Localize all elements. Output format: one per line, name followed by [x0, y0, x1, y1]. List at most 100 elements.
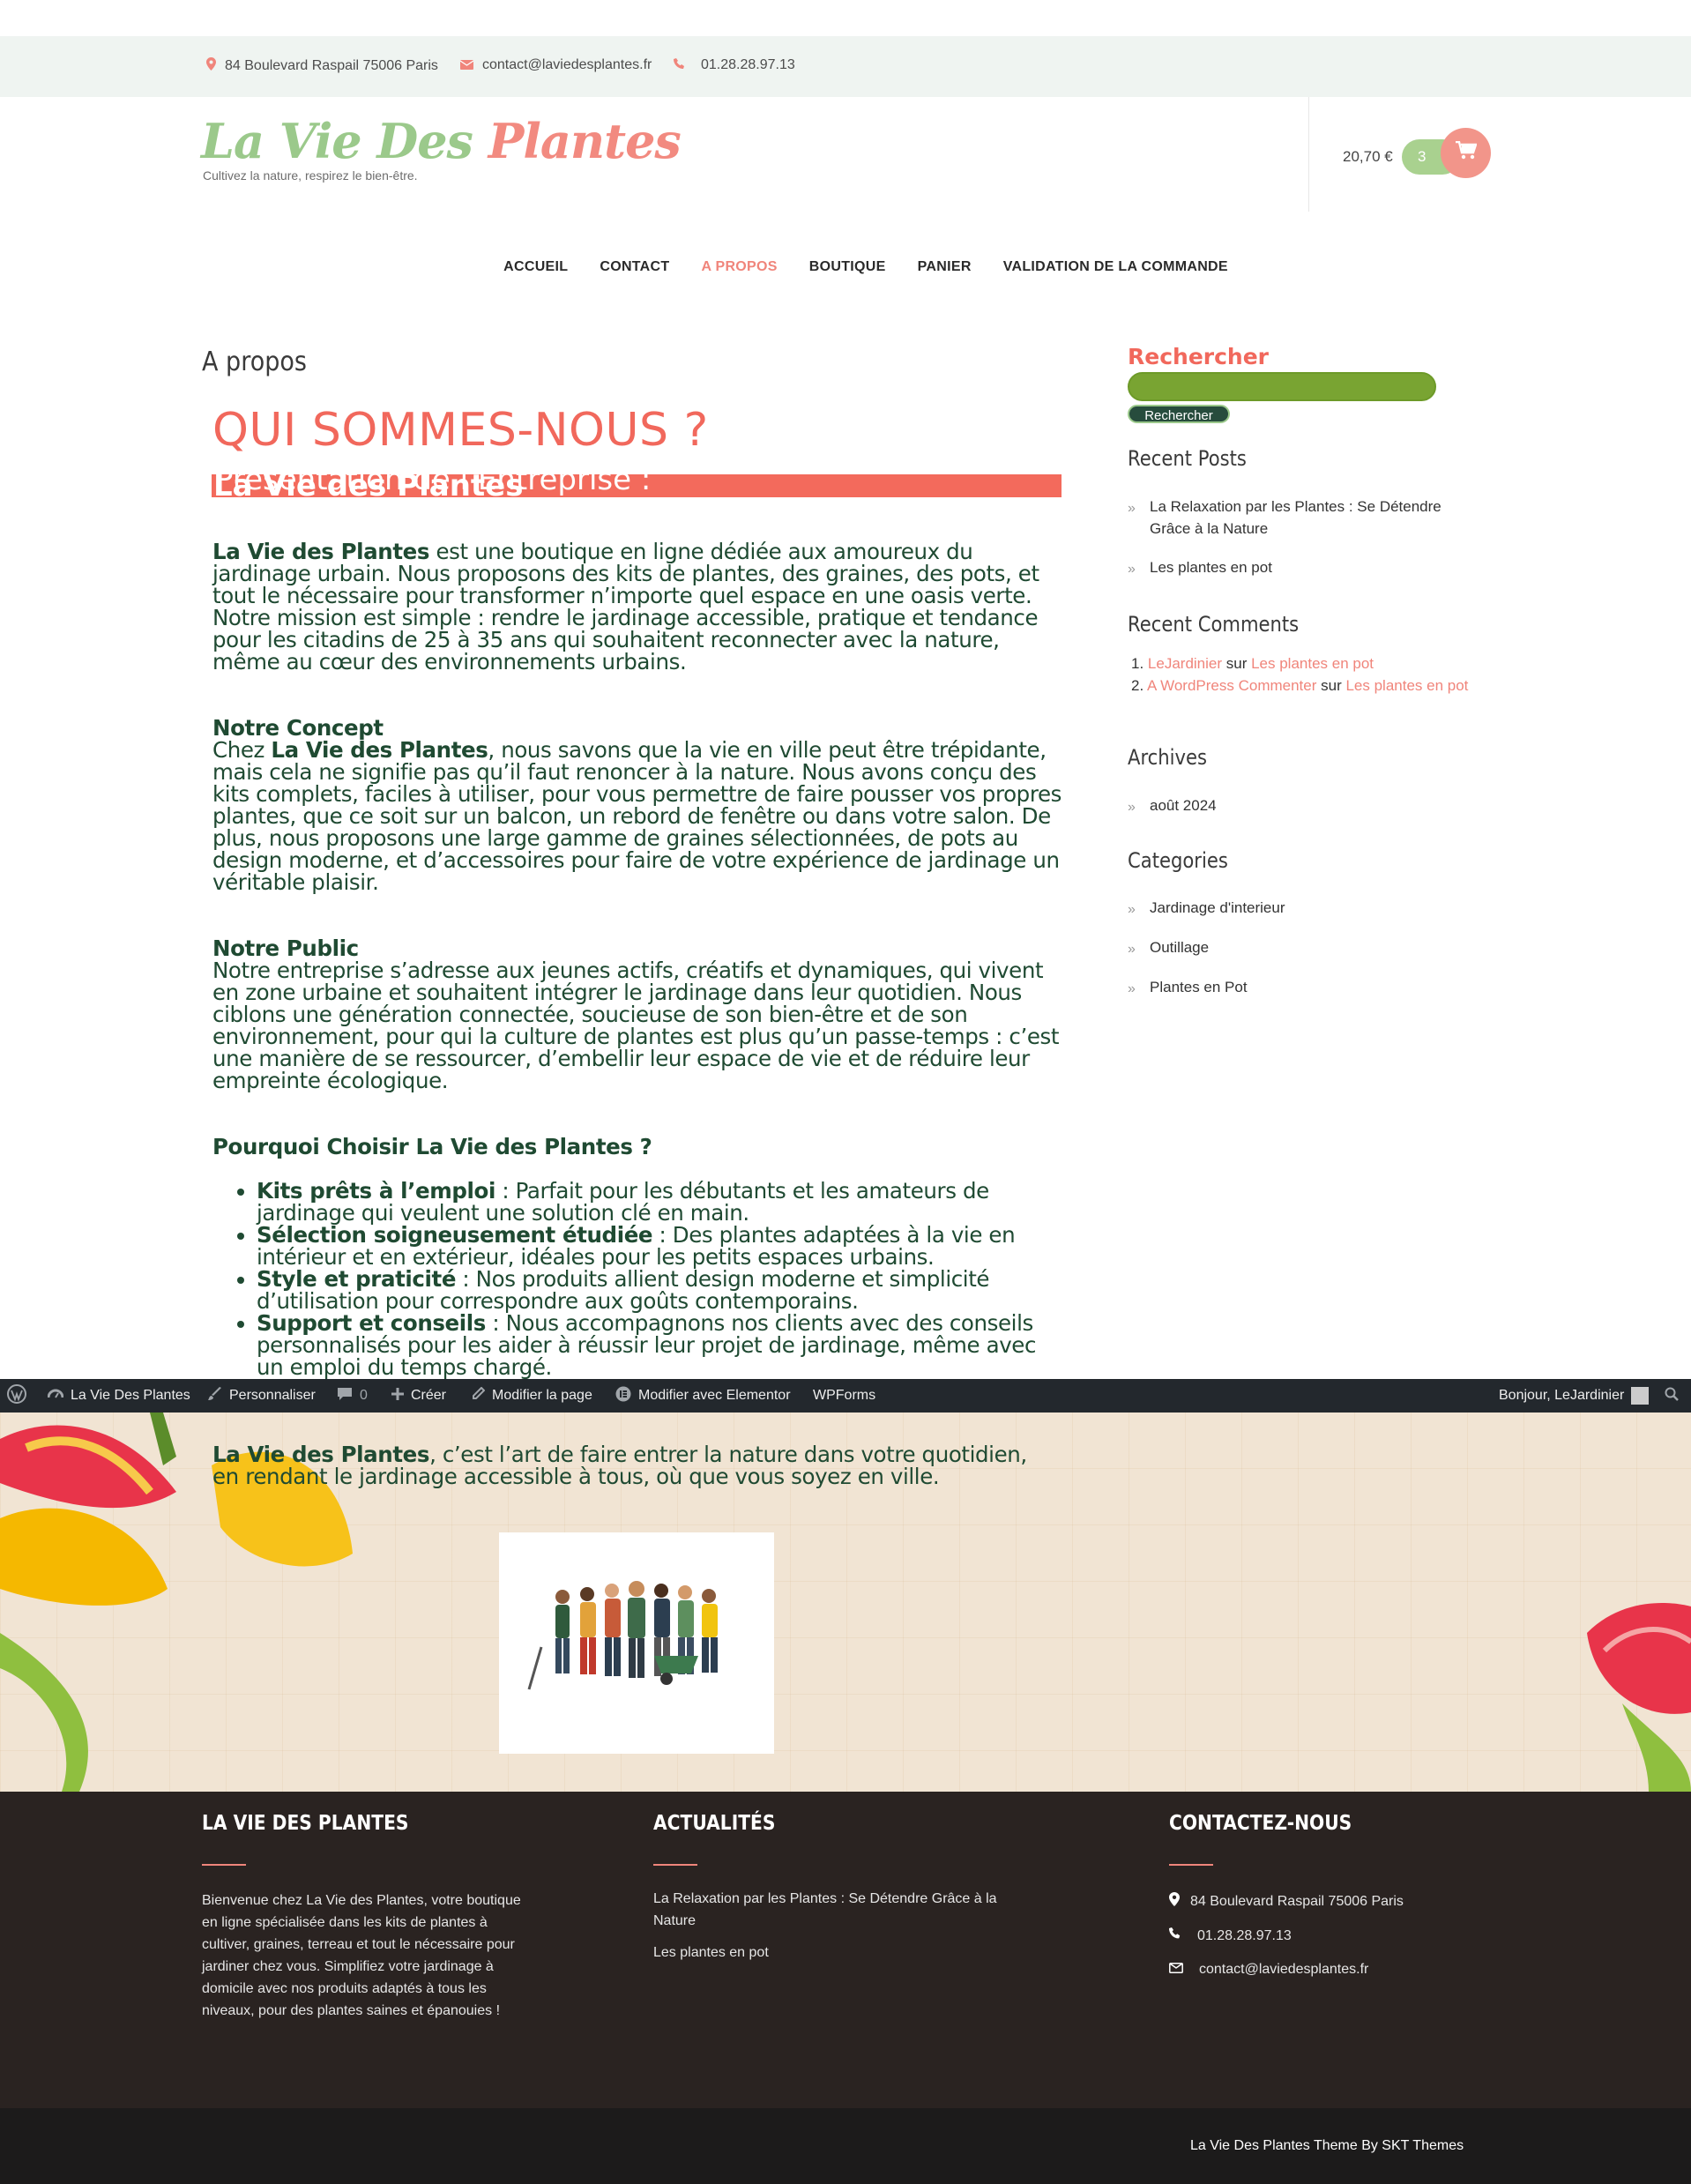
- archives-title: Archives: [1128, 745, 1208, 770]
- nav-item-panier[interactable]: PANIER: [918, 259, 972, 275]
- wordpress-logo-button[interactable]: [7, 1379, 26, 1413]
- category-link[interactable]: Plantes en Pot: [1128, 976, 1285, 1000]
- search-widget-title: Rechercher: [1128, 344, 1270, 369]
- plus-icon: [391, 1387, 404, 1405]
- public-section: Notre Public Notre entreprise s’adresse …: [212, 937, 1063, 1092]
- search-icon: [1665, 1387, 1679, 1405]
- footer-col2-divider: [653, 1864, 697, 1866]
- nav-item-contact[interactable]: CONTACT: [600, 259, 669, 275]
- archive-link[interactable]: août 2024: [1128, 794, 1217, 818]
- footer-email-text[interactable]: contact@laviedesplantes.fr: [1199, 1962, 1368, 1978]
- footer-col3-title: CONTACTEZ-NOUS: [1169, 1812, 1352, 1835]
- logo-text-green: La Vie Des: [201, 113, 488, 169]
- topbar-address-text: 84 Boulevard Raspail 75006 Paris: [225, 57, 438, 73]
- admin-elementor-label: Modifier avec Elementor: [638, 1388, 791, 1403]
- closing-banner: La Vie des Plantes, c’est l’art de faire…: [0, 1413, 1691, 1792]
- footer-col1-divider: [202, 1864, 246, 1866]
- wp-admin-bar: La Vie Des Plantes Personnaliser 0 Créer…: [0, 1379, 1691, 1413]
- comment-separator: sur: [1316, 677, 1346, 694]
- map-marker-icon: [1169, 1892, 1180, 1911]
- admin-new-label: Créer: [411, 1388, 447, 1403]
- comment-bubble-icon: [337, 1387, 353, 1405]
- categories-title: Categories: [1128, 848, 1228, 873]
- admin-comments-link[interactable]: 0: [337, 1379, 368, 1413]
- nav-item-accueil[interactable]: ACCUEIL: [503, 259, 568, 275]
- recent-posts-title: Recent Posts: [1128, 446, 1247, 471]
- public-title: Notre Public: [212, 935, 359, 961]
- search-button[interactable]: Rechercher: [1128, 405, 1230, 423]
- comment-post-link[interactable]: Les plantes en pot: [1251, 655, 1374, 672]
- topbar-email-text[interactable]: contact@laviedesplantes.fr: [482, 57, 652, 73]
- topbar-phone: 01.28.28.97.13: [674, 57, 795, 73]
- category-link[interactable]: Jardinage d'interieur: [1128, 897, 1285, 921]
- archives-list: août 2024: [1128, 794, 1217, 818]
- comment-author-link[interactable]: LeJardinier: [1148, 655, 1222, 672]
- paintbrush-icon: [208, 1386, 222, 1405]
- shopping-cart-icon: [1455, 140, 1478, 165]
- footer-col2-title: ACTUALITÉS: [653, 1812, 776, 1835]
- comment-author-link[interactable]: A WordPress Commenter: [1147, 677, 1316, 694]
- footer-email[interactable]: contact@laviedesplantes.fr: [1169, 1962, 1368, 1978]
- map-marker-icon: [206, 57, 216, 74]
- why-item: Kits prêts à l’emploi : Parfait pour les…: [257, 1180, 1063, 1224]
- intro-paragraph: La Vie des Plantes est une boutique en l…: [212, 540, 1063, 673]
- footer-phone-text: 01.28.28.97.13: [1197, 1927, 1292, 1943]
- closing-paragraph: La Vie des Plantes, c’est l’art de faire…: [212, 1443, 1059, 1487]
- admin-new-link[interactable]: Créer: [391, 1379, 446, 1413]
- why-item: Support et conseils : Nous accompagnons …: [257, 1312, 1063, 1378]
- admin-edit-page-label: Modifier la page: [492, 1388, 592, 1403]
- nav-item-validation-commande[interactable]: VALIDATION DE LA COMMANDE: [1003, 259, 1228, 275]
- categories-list: Jardinage d'interieur Outillage Plantes …: [1128, 897, 1285, 1000]
- envelope-icon: [459, 58, 474, 73]
- why-item: Sélection soigneusement étudiée : Des pl…: [257, 1224, 1063, 1268]
- concept-title: Notre Concept: [212, 715, 384, 741]
- recent-post-link[interactable]: Les plantes en pot: [1128, 556, 1480, 580]
- footer-phone: 01.28.28.97.13: [1169, 1927, 1292, 1944]
- why-title: Pourquoi Choisir La Vie des Plantes ?: [212, 1134, 652, 1159]
- topbar-address: 84 Boulevard Raspail 75006 Paris: [206, 57, 438, 74]
- footer-news-link[interactable]: Les plantes en pot: [653, 1942, 1041, 1964]
- comment-item: 1. LeJardinier sur Les plantes en pot: [1128, 652, 1468, 675]
- admin-wpforms-link[interactable]: WPForms: [813, 1379, 875, 1413]
- phone-icon: [674, 57, 685, 73]
- recent-posts-list: La Relaxation par les Plantes : Se Déten…: [1128, 496, 1480, 580]
- admin-customize-label: Personnaliser: [229, 1388, 316, 1403]
- envelope-icon: [1169, 1962, 1183, 1978]
- recent-post-link[interactable]: La Relaxation par les Plantes : Se Déten…: [1128, 496, 1480, 540]
- cart-button[interactable]: [1441, 128, 1491, 178]
- section-heading: QUI SOMMES-NOUS ?: [212, 404, 709, 457]
- comment-post-link[interactable]: Les plantes en pot: [1345, 677, 1468, 694]
- footer-address-text: 84 Boulevard Raspail 75006 Paris: [1190, 1893, 1404, 1909]
- footer-news-link[interactable]: La Relaxation par les Plantes : Se Déten…: [653, 1888, 1041, 1932]
- nav-item-a-propos[interactable]: A PROPOS: [701, 259, 777, 275]
- dashboard-icon: [47, 1387, 64, 1405]
- phone-icon: [1169, 1927, 1181, 1944]
- comment-separator: sur: [1222, 655, 1252, 672]
- main-navigation: ACCUEIL CONTACT A PROPOS BOUTIQUE PANIER…: [0, 259, 1691, 275]
- theme-credit[interactable]: La Vie Des Plantes Theme By SKT Themes: [1190, 2138, 1464, 2154]
- admin-elementor-link[interactable]: Modifier avec Elementor: [615, 1379, 791, 1413]
- why-list: Kits prêts à l’emploi : Parfait pour les…: [212, 1180, 1063, 1379]
- topbar-phone-text: 01.28.28.97.13: [701, 57, 795, 72]
- why-section: Pourquoi Choisir La Vie des Plantes ? Ki…: [212, 1136, 1063, 1379]
- admin-wpforms-label: WPForms: [813, 1388, 876, 1403]
- comment-number: 1.: [1131, 655, 1144, 672]
- cart-total[interactable]: 20,70 €: [1343, 148, 1393, 166]
- nav-item-boutique[interactable]: BOUTIQUE: [809, 259, 886, 275]
- topbar-email[interactable]: contact@laviedesplantes.fr: [459, 57, 652, 73]
- pencil-icon: [471, 1386, 486, 1405]
- admin-edit-page-link[interactable]: Modifier la page: [471, 1379, 592, 1413]
- admin-site-link[interactable]: La Vie Des Plantes: [47, 1379, 190, 1413]
- comment-number: 2.: [1131, 677, 1144, 694]
- site-logo[interactable]: La Vie Des Plantes: [201, 113, 682, 169]
- search-input[interactable]: [1128, 372, 1436, 401]
- footer-address: 84 Boulevard Raspail 75006 Paris: [1169, 1892, 1404, 1911]
- subheading-prefix: Présentation de l’Entreprise :: [215, 462, 652, 497]
- admin-search-button[interactable]: [1665, 1379, 1679, 1413]
- category-link[interactable]: Outillage: [1128, 936, 1285, 960]
- why-item: Style et praticité : Nos produits allien…: [257, 1268, 1063, 1312]
- admin-account-link[interactable]: Bonjour, LeJardinier: [1499, 1379, 1650, 1413]
- subheading-text: Présentation de l’Entreprise : La Vie de…: [213, 462, 651, 503]
- admin-customize-link[interactable]: Personnaliser: [208, 1379, 316, 1413]
- comment-item: 2. A WordPress Commenter sur Les plantes…: [1128, 675, 1468, 697]
